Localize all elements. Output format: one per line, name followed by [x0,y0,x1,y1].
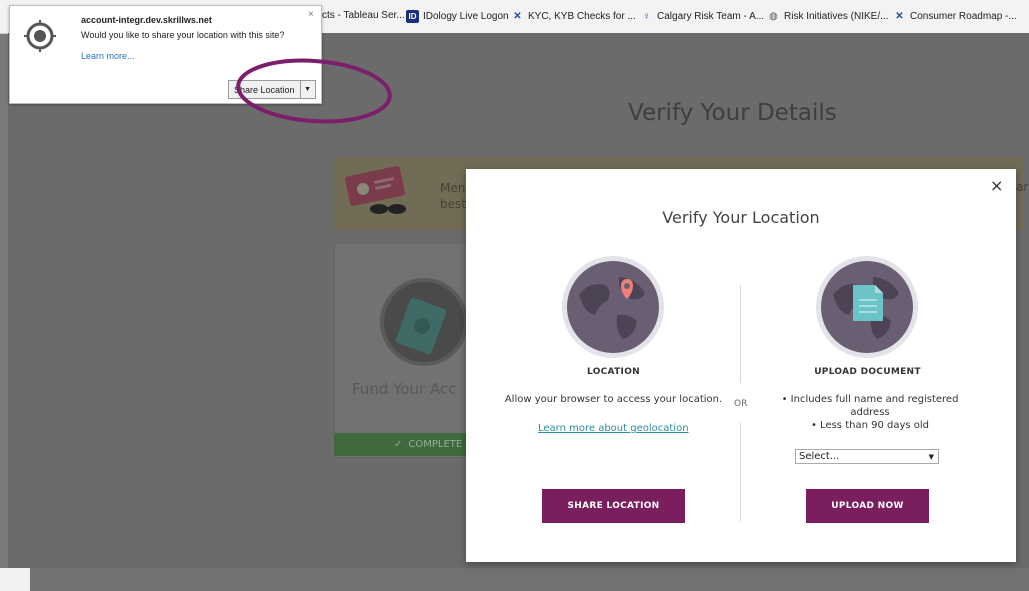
bookmark-tableau[interactable]: cts - Tableau Ser... [322,10,405,21]
location-target-icon [24,20,56,52]
location-description: Allow your browser to access your locati… [504,394,723,405]
banner-text: Men best [440,180,466,212]
modal-close-icon[interactable]: × [990,176,1003,195]
modal-title: Verify Your Location [662,208,820,227]
bulb-icon: ♀ [642,11,651,22]
location-globe-icon [562,256,664,358]
completed-status: ✓ COMPLETE [334,433,474,456]
check-icon: ✓ [394,439,403,450]
requirement-item-cont: address [850,407,890,418]
completed-label: COMPLETE [408,439,463,450]
banner-text-right: ar [1016,180,1029,194]
popup-question: Would you like to share your location wi… [81,30,285,40]
popup-domain: account-integr.dev.skrillws.net [81,15,212,25]
banner-line: best [440,197,466,211]
bookmark-label: Consumer Roadmap -... [910,11,1017,22]
card-title: Fund Your Acc [352,380,457,398]
page-bottom [0,568,1029,591]
chevron-down-icon: ▼ [928,453,934,461]
column-divider [740,285,741,383]
bookmark-consumer[interactable]: ✕ Consumer Roadmap -... [893,10,1017,23]
location-heading: LOCATION [586,367,640,377]
bookmark-label: IDology Live Logon [423,11,509,22]
column-divider [740,423,741,521]
or-separator: OR [734,399,748,409]
card-illustration [380,278,468,366]
upload-now-button[interactable]: UPLOAD NOW [806,489,929,523]
bookmark-kyc[interactable]: ✕ KYC, KYB Checks for ... [511,10,636,23]
requirement-item: • Includes full name and registered [781,394,959,405]
annotation-circle [236,58,392,124]
bookmark-calgary[interactable]: ♀ Calgary Risk Team - A... [640,10,764,23]
page-title: Verify Your Details [628,100,837,126]
upload-requirements: • Includes full name and registered addr… [770,393,970,432]
bookmark-label: KYC, KYB Checks for ... [528,11,636,22]
popup-learn-more-link[interactable]: Learn more... [81,51,135,61]
bookmark-risk[interactable]: ◍ Risk Initiatives (NIKE/... [767,10,888,23]
select-value: Select... [799,451,840,462]
bookmark-label: cts - Tableau Ser... [322,10,405,21]
share-location-button[interactable]: SHARE LOCATION [542,489,685,523]
money-icon [395,297,447,355]
requirement-item: • Less than 90 days old [810,420,930,431]
bookmark-label: Calgary Risk Team - A... [657,11,765,22]
k-icon: ✕ [513,11,522,22]
globe-icon: ◍ [769,11,778,22]
document-globe-icon [816,256,918,358]
bookmark-label: Risk Initiatives (NIKE/... [784,11,889,22]
upload-heading: UPLOAD DOCUMENT [814,367,921,377]
bookmark-idology[interactable]: ID IDology Live Logon [406,10,509,23]
id-card-icon [345,166,406,214]
geolocation-learn-link[interactable]: Learn more about geolocation [538,423,689,434]
window-corner [0,568,30,591]
popup-close-icon[interactable]: × [308,9,314,20]
banner-line: Men [440,181,466,195]
k-icon: ✕ [895,11,904,22]
document-type-select[interactable]: Select... ▼ [795,449,939,464]
idology-icon: ID [406,10,419,23]
